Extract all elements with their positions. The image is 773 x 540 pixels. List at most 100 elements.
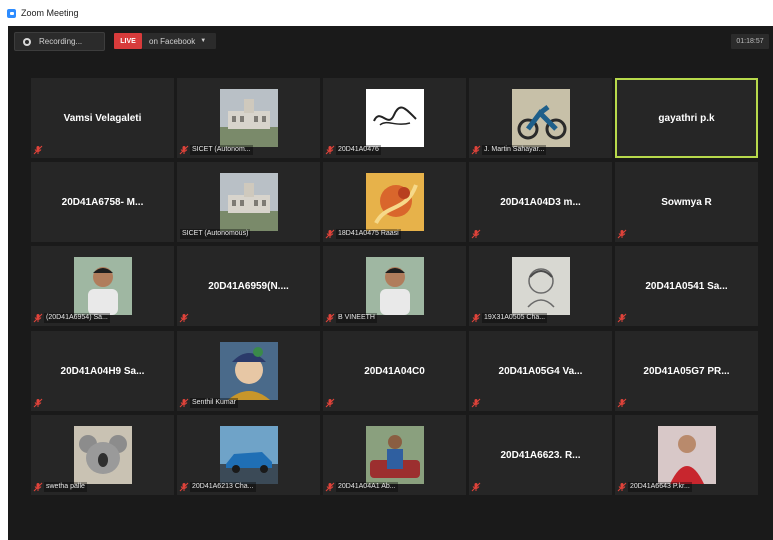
mic-muted-icon bbox=[471, 145, 481, 155]
participant-name-label: 20D41A0476 bbox=[336, 144, 381, 155]
participant-tile[interactable]: 20D41A6959(N.... bbox=[177, 246, 320, 326]
mic-muted-icon bbox=[33, 482, 43, 492]
mic-muted-icon bbox=[179, 482, 189, 492]
participant-footer: J. Martin Sahayar... bbox=[471, 144, 547, 155]
participant-display-name: 20D41A6623. R... bbox=[500, 449, 581, 461]
record-icon bbox=[23, 37, 31, 46]
participant-tile[interactable]: SICET (Autonom... bbox=[177, 78, 320, 158]
participant-name-label: 18D41A0475 Raasi bbox=[336, 228, 401, 239]
participant-display-name: 20D41A0541 Sa... bbox=[645, 280, 728, 292]
participant-footer bbox=[617, 397, 627, 408]
participant-avatar bbox=[220, 342, 278, 400]
participant-tile[interactable]: 20D41A6623. R... bbox=[469, 415, 612, 495]
participant-footer bbox=[471, 481, 481, 492]
participant-display-name: 20D41A05G7 PR... bbox=[643, 365, 730, 377]
mic-muted-icon bbox=[617, 229, 627, 239]
participant-name-label: 19X31A0505 Cha... bbox=[482, 312, 548, 323]
participant-tile[interactable]: 20D41A04D3 m... bbox=[469, 162, 612, 242]
mic-muted-icon bbox=[325, 482, 335, 492]
participant-avatar bbox=[74, 426, 132, 484]
participant-footer: 20D41A6213 Cha... bbox=[179, 481, 256, 492]
participant-footer: SICET (Autonomous) bbox=[179, 228, 251, 239]
participant-avatar bbox=[220, 426, 278, 484]
participant-avatar bbox=[366, 257, 424, 315]
meeting-area: Recording... LIVE on Facebook ▼ 01:18:57… bbox=[8, 26, 773, 540]
mic-muted-icon bbox=[33, 398, 43, 408]
participant-avatar bbox=[220, 173, 278, 231]
participant-tile[interactable]: 20D41A0541 Sa... bbox=[615, 246, 758, 326]
participant-avatar bbox=[658, 426, 716, 484]
participant-tile[interactable]: 20D41A6643 P.kr... bbox=[615, 415, 758, 495]
mic-muted-icon bbox=[471, 482, 481, 492]
participant-tile[interactable]: 18D41A0475 Raasi bbox=[323, 162, 466, 242]
meeting-topbar: Recording... LIVE on Facebook ▼ 01:18:57 bbox=[8, 26, 773, 58]
participant-name-label: SICET (Autonom... bbox=[190, 144, 253, 155]
mic-muted-icon bbox=[33, 313, 43, 323]
participant-tile[interactable]: 20D41A04A1 Ab... bbox=[323, 415, 466, 495]
mic-muted-icon bbox=[617, 398, 627, 408]
participant-tile[interactable]: 20D41A05G7 PR... bbox=[615, 331, 758, 411]
mic-muted-icon bbox=[325, 229, 335, 239]
recording-indicator[interactable]: Recording... bbox=[14, 32, 105, 51]
meeting-timer: 01:18:57 bbox=[731, 34, 769, 49]
participant-tile[interactable]: 20D41A05G4 Va... bbox=[469, 331, 612, 411]
participant-tile[interactable]: J. Martin Sahayar... bbox=[469, 78, 612, 158]
participant-footer bbox=[471, 397, 481, 408]
participant-footer: SICET (Autonom... bbox=[179, 144, 253, 155]
participant-avatar bbox=[74, 257, 132, 315]
participant-tile[interactable]: swetha palle bbox=[31, 415, 174, 495]
participant-name-label: swetha palle bbox=[44, 481, 87, 492]
participant-display-name: 20D41A6959(N.... bbox=[208, 280, 289, 292]
participant-tile[interactable]: Sowmya R bbox=[615, 162, 758, 242]
participant-footer: 18D41A0475 Raasi bbox=[325, 228, 401, 239]
participant-footer bbox=[471, 228, 481, 239]
participant-footer: 19X31A0505 Cha... bbox=[471, 312, 548, 323]
participant-tile[interactable]: 19X31A0505 Cha... bbox=[469, 246, 612, 326]
mic-muted-icon bbox=[617, 313, 627, 323]
participant-display-name: Vamsi Velagaleti bbox=[63, 112, 142, 124]
participant-footer bbox=[179, 312, 189, 323]
participant-footer: (20D41A6954) Sa... bbox=[33, 312, 110, 323]
participant-tile[interactable]: Senthil Kumar bbox=[177, 331, 320, 411]
mic-muted-icon bbox=[325, 313, 335, 323]
participant-display-name: Sowmya R bbox=[661, 196, 712, 208]
mic-muted-icon bbox=[325, 398, 335, 408]
participant-name-label: (20D41A6954) Sa... bbox=[44, 312, 110, 323]
participant-avatar bbox=[512, 257, 570, 315]
mic-muted-icon bbox=[471, 313, 481, 323]
participant-display-name: 20D41A04H9 Sa... bbox=[60, 365, 145, 377]
participant-tile[interactable]: 20D41A04H9 Sa... bbox=[31, 331, 174, 411]
participant-tile[interactable]: (20D41A6954) Sa... bbox=[31, 246, 174, 326]
mic-muted-icon bbox=[179, 398, 189, 408]
participant-avatar bbox=[366, 173, 424, 231]
live-stream-dropdown[interactable]: on Facebook ▼ bbox=[142, 33, 216, 49]
participant-footer: B VINEETH bbox=[325, 312, 377, 323]
participant-tile[interactable]: SICET (Autonomous) bbox=[177, 162, 320, 242]
mic-muted-icon bbox=[33, 145, 43, 155]
participant-tile[interactable]: 20D41A0476 bbox=[323, 78, 466, 158]
participant-tile[interactable]: 20D41A6758- M... bbox=[31, 162, 174, 242]
participant-footer bbox=[33, 144, 43, 155]
participant-name-label: B VINEETH bbox=[336, 312, 377, 323]
participant-footer: swetha palle bbox=[33, 481, 87, 492]
participant-tile[interactable]: 20D41A6213 Cha... bbox=[177, 415, 320, 495]
participant-footer: Senthil Kumar bbox=[179, 397, 238, 408]
participant-name-label: 20D41A04A1 Ab... bbox=[336, 481, 398, 492]
participant-tile[interactable]: gayathri p.k bbox=[615, 78, 758, 158]
participant-tile[interactable]: B VINEETH bbox=[323, 246, 466, 326]
participant-name-label: Senthil Kumar bbox=[190, 397, 238, 408]
chevron-down-icon: ▼ bbox=[200, 38, 207, 44]
participant-name-label: 20D41A6213 Cha... bbox=[190, 481, 256, 492]
mic-muted-icon bbox=[179, 313, 189, 323]
mic-muted-icon bbox=[325, 145, 335, 155]
participant-footer: 20D41A6643 P.kr... bbox=[617, 481, 692, 492]
participant-tile[interactable]: 20D41A04C0 bbox=[323, 331, 466, 411]
participant-display-name: 20D41A04D3 m... bbox=[500, 196, 581, 208]
participant-avatar bbox=[366, 89, 424, 147]
participant-display-name: 20D41A04C0 bbox=[364, 365, 425, 377]
window-title: Zoom Meeting bbox=[21, 8, 79, 18]
recording-label: Recording... bbox=[39, 37, 83, 46]
window-titlebar: Zoom Meeting bbox=[0, 0, 773, 26]
mic-muted-icon bbox=[179, 145, 189, 155]
participant-tile[interactable]: Vamsi Velagaleti bbox=[31, 78, 174, 158]
